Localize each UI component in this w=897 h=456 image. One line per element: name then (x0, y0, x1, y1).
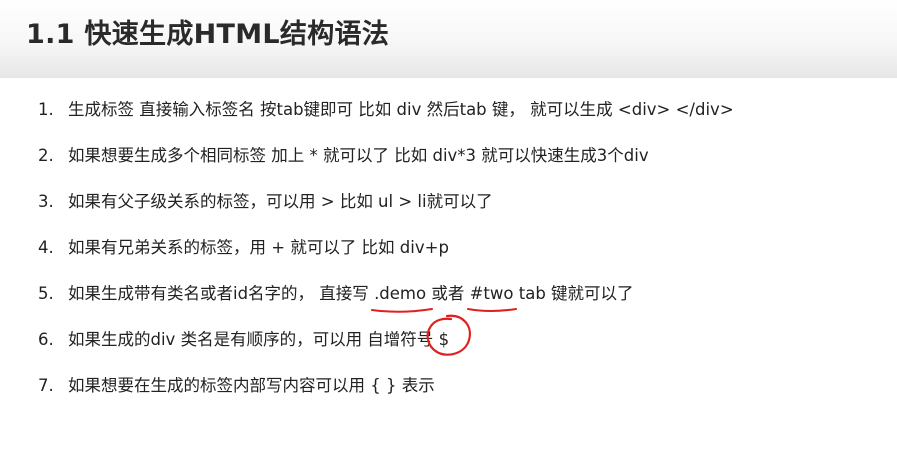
list-item: 4. 如果有兄弟关系的标签，用 + 就可以了 比如 div+p (38, 234, 734, 280)
item-number: 4. (38, 238, 54, 257)
item-text-before: 如果生成带有类名或者id名字的， 直接写 (68, 284, 375, 303)
slide-title: 1.1 快速生成HTML结构语法 (26, 19, 390, 50)
item-text: 如果有兄弟关系的标签，用 + 就可以了 比如 div+p (68, 238, 449, 257)
item-number: 2. (38, 146, 54, 165)
item-number: 6. (38, 330, 54, 349)
item-number: 1. (38, 100, 54, 119)
item-number: 7. (38, 376, 54, 395)
slide-header: 1.1 快速生成HTML结构语法 (0, 0, 897, 78)
item-text-after: tab 键就可以了 (513, 284, 634, 303)
item-text-before: 如果生成的div 类名是有顺序的，可以用 自增符号 (68, 330, 439, 349)
demo-class-example: .demo (371, 280, 434, 313)
list-item: 5. 如果生成带有类名或者id名字的， 直接写 .demo 或者 #two tab… (38, 280, 734, 326)
item-number: 5. (38, 284, 54, 303)
demo-class-text: .demo (374, 284, 427, 303)
two-id-example: #two (466, 280, 517, 312)
list-item: 7. 如果想要在生成的标签内部写内容可以用 { } 表示 (38, 372, 734, 418)
item-text: 生成标签 直接输入标签名 按tab键即可 比如 div 然后tab 键， 就可以… (68, 100, 734, 119)
list-item: 1. 生成标签 直接输入标签名 按tab键即可 比如 div 然后tab 键， 就… (38, 96, 734, 142)
two-id-text: #two (469, 284, 514, 303)
item-text: 如果有父子级关系的标签，可以用 > 比如 ul > li就可以了 (68, 192, 493, 211)
syntax-list: 1. 生成标签 直接输入标签名 按tab键即可 比如 div 然后tab 键， 就… (38, 96, 734, 418)
item-number: 3. (38, 192, 54, 211)
list-item: 6. 如果生成的div 类名是有顺序的，可以用 自增符号 $ (38, 314, 734, 372)
red-circle-annotation (426, 314, 471, 356)
list-item: 2. 如果想要生成多个相同标签 加上 * 就可以了 比如 div*3 就可以快速生… (38, 142, 734, 188)
list-item: 3. 如果有父子级关系的标签，可以用 > 比如 ul > li就可以了 (38, 188, 734, 234)
item-text: 如果想要在生成的标签内部写内容可以用 { } 表示 (68, 376, 435, 395)
dollar-symbol-example: $ (426, 314, 471, 356)
item-text-middle: 或者 (426, 284, 470, 303)
slide: 1.1 快速生成HTML结构语法 1. 生成标签 直接输入标签名 按tab键即可 … (0, 0, 897, 456)
item-text: 如果想要生成多个相同标签 加上 * 就可以了 比如 div*3 就可以快速生成3… (68, 146, 649, 165)
